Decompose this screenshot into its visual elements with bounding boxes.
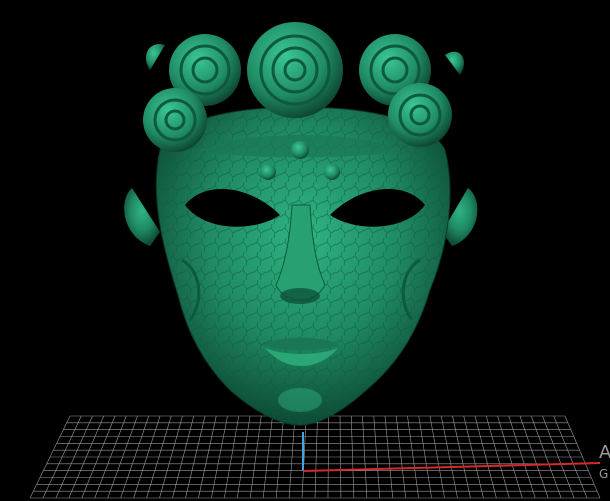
right-brow-gem: [324, 164, 340, 180]
floor-grid: [29, 415, 601, 499]
left-strap: [124, 188, 160, 246]
rose-right-low: [388, 83, 452, 147]
rose-left-low: [143, 88, 207, 152]
watermark: A G: [599, 442, 610, 481]
3d-viewport[interactable]: A G: [0, 0, 610, 501]
forehead-gem: [291, 141, 309, 159]
chin-highlight: [278, 388, 322, 412]
watermark-line-1: A: [599, 442, 610, 463]
mask-model[interactable]: [124, 22, 478, 426]
watermark-line-2: G: [599, 467, 609, 481]
x-axis-line: [302, 462, 601, 472]
rose-center: [247, 22, 343, 118]
scene-canvas[interactable]: [0, 0, 610, 501]
left-brow-gem: [260, 164, 276, 180]
nose-shadow: [280, 288, 320, 304]
